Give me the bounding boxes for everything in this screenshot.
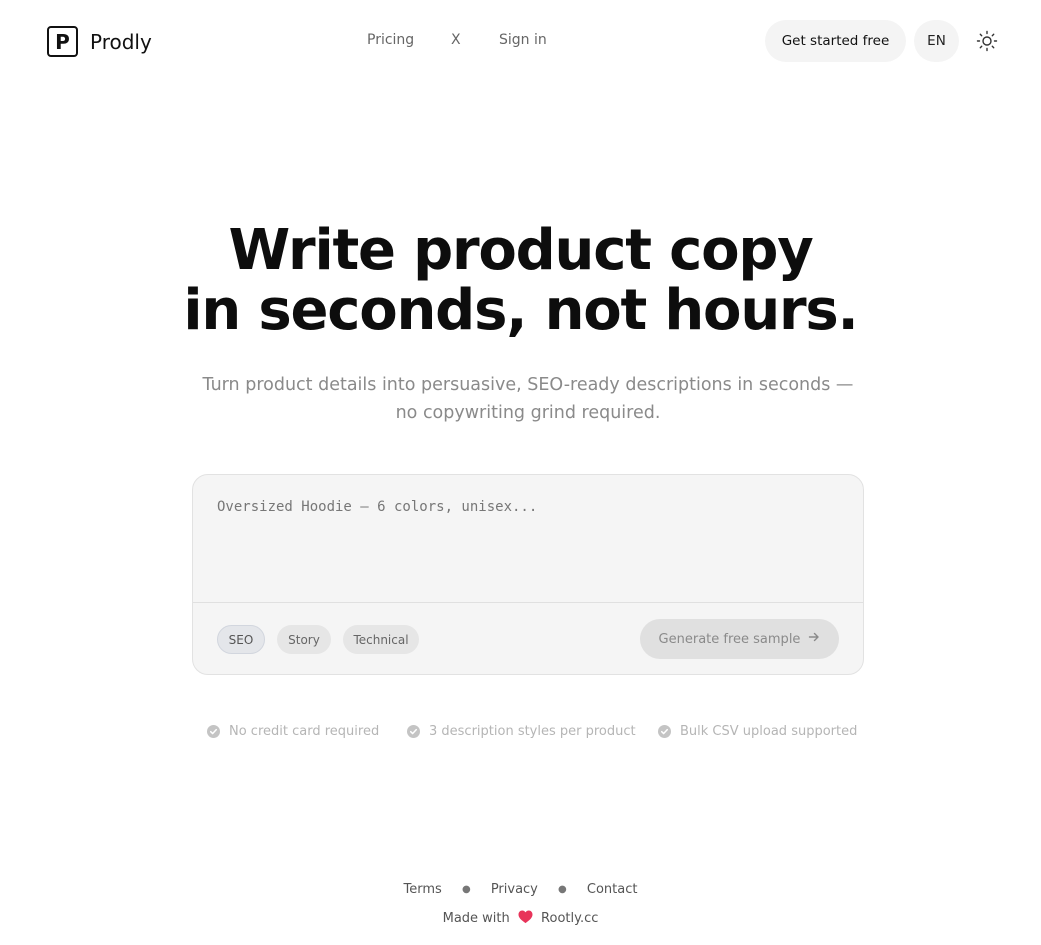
style-chip-technical[interactable]: Technical	[343, 625, 419, 654]
footer-terms-link[interactable]: Terms	[404, 882, 442, 897]
brand-name: Prodly	[90, 29, 152, 54]
nav-pricing-link[interactable]: Pricing	[367, 32, 414, 48]
separator-dot: ●	[461, 884, 471, 895]
nav-x-link[interactable]: X	[451, 32, 461, 48]
arrow-right-icon	[808, 631, 820, 647]
footer-contact-link[interactable]: Contact	[587, 882, 638, 897]
footer-privacy-link[interactable]: Privacy	[491, 882, 538, 897]
check-circle-icon	[407, 725, 420, 738]
card-divider	[193, 602, 863, 603]
logo-letter: P	[55, 29, 70, 54]
check-circle-icon	[207, 725, 220, 738]
logo-mark-icon: P	[47, 26, 78, 57]
hero-title: Write product copy in seconds, not hours…	[0, 221, 1041, 341]
feature-item: No credit card required	[207, 724, 379, 739]
generate-sample-label: Generate free sample	[658, 631, 801, 647]
check-circle-icon	[658, 725, 671, 738]
feature-text: No credit card required	[229, 724, 380, 739]
rootly-link[interactable]: Rootly.cc	[541, 911, 598, 926]
feature-item: 3 description styles per product	[407, 724, 636, 739]
sun-icon[interactable]	[976, 30, 998, 52]
feature-list: No credit card required 3 description st…	[0, 724, 1041, 744]
logo[interactable]: P Prodly	[47, 26, 152, 57]
style-chip-story[interactable]: Story	[277, 625, 331, 654]
footer-links: Terms ● Privacy ● Contact	[0, 882, 1041, 897]
language-selector[interactable]: EN	[914, 20, 959, 62]
heart-icon	[518, 910, 533, 928]
made-with-prefix: Made with	[442, 911, 510, 926]
get-started-button[interactable]: Get started free	[765, 20, 906, 62]
made-with-credit: Made with Rootly.cc	[0, 910, 1041, 928]
hero-title-line-1: Write product copy	[228, 218, 813, 283]
generator-card: SEO Story Technical Generate free sample	[192, 474, 864, 675]
separator-dot: ●	[558, 884, 567, 895]
feature-item: Bulk CSV upload supported	[658, 724, 857, 739]
generate-sample-button[interactable]: Generate free sample	[640, 619, 839, 659]
style-chip-seo[interactable]: SEO	[217, 625, 265, 654]
site-header: P Prodly Pricing X Sign in Get started f…	[0, 0, 1041, 84]
hero-subtitle: Turn product details into persuasive, SE…	[202, 375, 854, 423]
nav-sign-in-link[interactable]: Sign in	[499, 32, 547, 48]
product-details-input[interactable]	[193, 475, 863, 602]
feature-text: 3 description styles per product	[429, 724, 636, 739]
feature-text: Bulk CSV upload supported	[680, 724, 858, 739]
hero-title-line-2: in seconds, not hours.	[183, 278, 858, 343]
